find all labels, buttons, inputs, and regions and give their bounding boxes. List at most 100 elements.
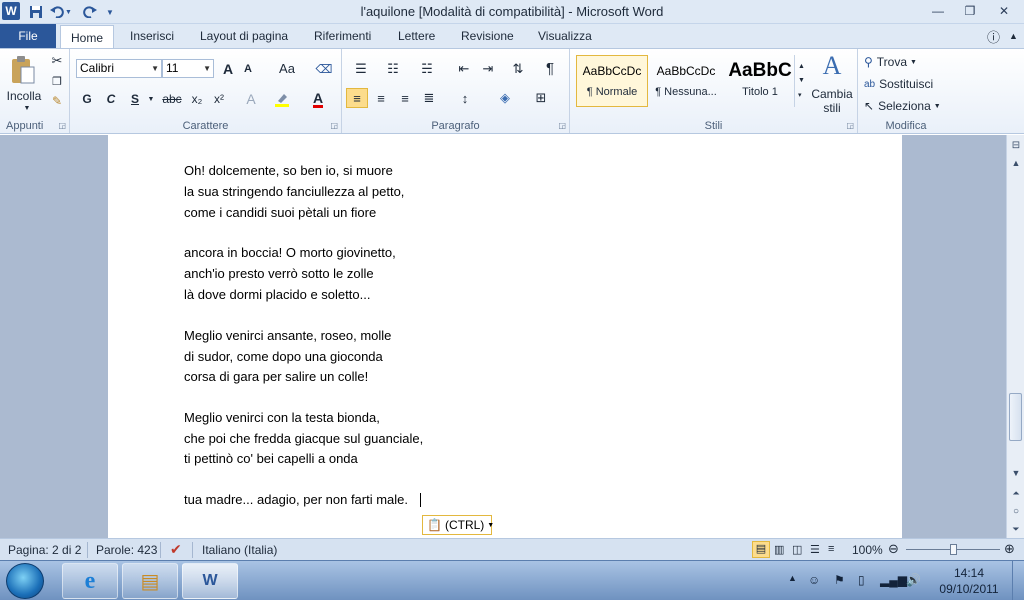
change-case-icon[interactable]: Aa — [274, 59, 300, 78]
styles-launcher-icon[interactable]: ◲ — [846, 121, 854, 130]
outline-icon[interactable]: ☰ — [810, 543, 820, 556]
taskbar-file-explorer[interactable]: ▤ — [122, 563, 178, 599]
increase-indent-icon[interactable]: ⇥ — [478, 59, 498, 78]
cut-icon[interactable]: ✂ — [48, 53, 66, 69]
line-spacing-icon[interactable]: ↕ — [452, 88, 478, 108]
select-button[interactable]: ↖ Seleziona ▼ — [864, 97, 950, 115]
start-button[interactable] — [6, 563, 44, 599]
tab-mailings[interactable]: Lettere — [396, 24, 437, 48]
network-signal-icon[interactable]: ▂▄▆ — [880, 573, 907, 587]
draft-icon[interactable]: ≡ — [828, 543, 834, 555]
shading-icon[interactable]: ◈ — [492, 88, 518, 108]
change-styles-label[interactable]: Cambia — [810, 87, 854, 101]
replace-button[interactable]: ab Sostituisci — [864, 75, 950, 93]
tab-insert[interactable]: Inserisci — [128, 24, 176, 48]
text-line[interactable]: Meglio venirci con la testa bionda, — [184, 410, 380, 425]
close-button[interactable]: ✕ — [990, 2, 1018, 20]
browse-object-icon[interactable]: ○ — [1008, 503, 1024, 519]
text-line[interactable]: corsa di gara per salire un colle! — [184, 369, 368, 384]
paste-options-button[interactable]: 📋 (CTRL) ▼ — [422, 515, 494, 535]
proofing-icon[interactable]: ✔ — [170, 541, 182, 558]
web-layout-icon[interactable]: ◫ — [792, 543, 802, 556]
underline-button[interactable]: S — [126, 89, 144, 109]
text-line[interactable]: ti pettinò co' bei capelli a onda — [184, 451, 358, 466]
ruler-toggle-icon[interactable]: ⊟ — [1008, 137, 1024, 153]
show-formatting-button[interactable]: ¶ — [540, 59, 560, 78]
paste-button-label[interactable]: Incolla — [2, 89, 46, 103]
scroll-thumb[interactable] — [1009, 393, 1022, 441]
align-right-button[interactable]: ≡ — [394, 88, 416, 108]
zoom-in-icon[interactable]: ⊕ — [1004, 541, 1015, 557]
text-line[interactable]: là dove dormi placido e soletto... — [184, 287, 370, 302]
clear-formatting-icon[interactable]: ⌫ — [314, 59, 334, 78]
show-hidden-icons[interactable]: ▲ — [788, 573, 797, 583]
text-line[interactable]: anch'io presto verrò sotto le zolle — [184, 266, 374, 281]
shrink-font-icon[interactable]: A — [240, 59, 256, 78]
text-line[interactable]: ancora in boccia! O morto giovinetto, — [184, 245, 396, 260]
bullets-icon[interactable]: ☰ — [348, 59, 374, 78]
collapse-ribbon-icon[interactable]: ▲ — [1007, 24, 1020, 48]
word-count[interactable]: Parole: 423 — [96, 543, 157, 557]
page-count[interactable]: Pagina: 2 di 2 — [8, 543, 81, 557]
clock[interactable]: 14:14 09/10/2011 — [930, 565, 1008, 597]
zoom-slider-thumb[interactable] — [950, 544, 957, 555]
style-heading-1[interactable]: AaBbC Titolo 1 — [724, 55, 796, 107]
next-page-icon[interactable]: ⏷ — [1008, 521, 1024, 537]
paste-icon[interactable] — [8, 53, 38, 87]
scroll-down-icon[interactable]: ▼ — [1008, 465, 1024, 481]
font-launcher-icon[interactable]: ◲ — [330, 121, 338, 130]
superscript-button[interactable]: x² — [210, 89, 228, 109]
numbering-icon[interactable]: ☷ — [380, 59, 406, 78]
change-styles-icon[interactable]: A — [814, 51, 850, 81]
format-painter-icon[interactable]: ✎ — [48, 93, 66, 109]
tab-page-layout[interactable]: Layout di pagina — [198, 24, 290, 48]
help-icon[interactable]: ⓘ — [985, 24, 1002, 48]
previous-page-icon[interactable]: ⏶ — [1008, 485, 1024, 501]
text-line[interactable]: come i candidi suoi pètali un fiore — [184, 205, 376, 220]
sort-icon[interactable]: ⇅ — [508, 59, 528, 78]
tray-app-icon[interactable]: ☺ — [808, 573, 820, 587]
grow-font-icon[interactable]: A — [220, 59, 236, 78]
decrease-indent-icon[interactable]: ⇤ — [454, 59, 474, 78]
text-line[interactable]: Oh! dolcemente, so ben io, si muore — [184, 163, 393, 178]
font-size-select[interactable]: 11 ▼ — [162, 59, 214, 78]
underline-dropdown-icon[interactable]: ▼ — [146, 89, 156, 109]
italic-button[interactable]: C — [102, 89, 120, 109]
tab-review[interactable]: Revisione — [459, 24, 516, 48]
tab-home[interactable]: Home — [60, 25, 115, 49]
justify-button[interactable]: ≣ — [418, 88, 440, 108]
vertical-scrollbar[interactable]: ⊟ ▲ ▼ ⏶ ○ ⏷ — [1006, 135, 1024, 538]
paste-dropdown-icon[interactable]: ▼ — [20, 103, 34, 113]
text-line[interactable]: la sua stringendo fanciullezza al petto, — [184, 184, 404, 199]
language[interactable]: Italiano (Italia) — [202, 543, 277, 557]
borders-icon[interactable]: ⊞ — [528, 88, 554, 108]
show-desktop-button[interactable] — [1012, 561, 1024, 600]
battery-icon[interactable]: ▯ — [858, 573, 865, 587]
text-line[interactable]: Meglio venirci ansante, roseo, molle — [184, 328, 391, 343]
scroll-up-icon[interactable]: ▲ — [1008, 155, 1024, 171]
document-page[interactable]: Oh! dolcemente, so ben io, si muore la s… — [108, 135, 902, 538]
subscript-button[interactable]: x₂ — [188, 89, 206, 109]
copy-icon[interactable]: ❐ — [48, 73, 66, 89]
styles-gallery-scroll[interactable]: ▲ ▼ ▾ — [794, 55, 808, 107]
action-center-flag-icon[interactable]: ⚑ — [834, 573, 845, 587]
taskbar-microsoft-word[interactable]: W — [182, 563, 238, 599]
change-styles-label-2[interactable]: stili — [810, 101, 854, 115]
tab-references[interactable]: Riferimenti — [312, 24, 373, 48]
clipboard-launcher-icon[interactable]: ◲ — [58, 121, 66, 130]
full-screen-reading-icon[interactable]: ▥ — [774, 543, 784, 556]
text-effects-icon[interactable]: A — [242, 89, 260, 109]
text-line[interactable]: di sudor, come dopo una gioconda — [184, 349, 383, 364]
tab-view[interactable]: Visualizza — [536, 24, 594, 48]
print-layout-icon[interactable]: ▤ — [752, 541, 770, 558]
highlight-color-button[interactable] — [270, 89, 294, 109]
style-normal[interactable]: AaBbCcDc ¶ Normale — [576, 55, 648, 107]
bold-button[interactable]: G — [78, 89, 96, 109]
align-left-button[interactable]: ≡ — [346, 88, 368, 108]
taskbar-internet-explorer[interactable]: e — [62, 563, 118, 599]
minimize-button[interactable]: — — [924, 2, 952, 20]
text-line[interactable]: tua madre... adagio, per non farti male. — [184, 492, 408, 507]
style-no-spacing[interactable]: AaBbCcDc ¶ Nessuna... — [650, 55, 722, 107]
zoom-level[interactable]: 100% — [852, 543, 883, 557]
text-line[interactable]: che poi che fredda giacque sul guanciale… — [184, 431, 423, 446]
